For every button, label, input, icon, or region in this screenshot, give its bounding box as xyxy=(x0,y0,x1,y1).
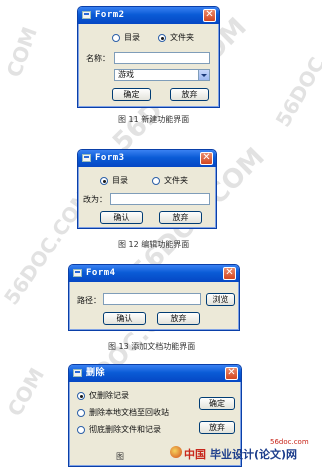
ok-button[interactable]: 确认 xyxy=(103,312,146,325)
form4-titlebar[interactable]: Form4 ✕ xyxy=(69,265,239,282)
radio-delete-to-recycle-bin[interactable] xyxy=(77,409,85,417)
radio-delete-permanently-label: 彻底删除文件和记录 xyxy=(89,425,161,434)
radio-folder[interactable] xyxy=(158,34,166,42)
rename-input[interactable] xyxy=(110,193,210,205)
category-select[interactable]: 游戏 xyxy=(114,69,210,81)
footer-url: 56doc.com xyxy=(270,438,309,446)
window-icon xyxy=(82,11,91,19)
radio-folder-label: 文件夹 xyxy=(170,33,194,42)
delete-dialog-title: 删除 xyxy=(86,368,106,378)
ok-button[interactable]: 确定 xyxy=(199,397,235,410)
form4-title: Form4 xyxy=(86,268,116,278)
form3-titlebar[interactable]: Form3 ✕ xyxy=(78,150,216,167)
footer-title: 毕业设计(论文)网 xyxy=(210,448,298,461)
figure-caption: 图 13 添加文档功能界面 xyxy=(108,342,196,351)
form2-title: Form2 xyxy=(95,10,125,20)
path-input[interactable] xyxy=(103,293,201,305)
watermark: COM xyxy=(2,363,50,421)
watermark: 56DOC xyxy=(270,53,322,131)
radio-directory[interactable] xyxy=(112,34,120,42)
chevron-down-icon[interactable] xyxy=(198,70,209,80)
radio-folder-label: 文件夹 xyxy=(164,176,188,185)
form2-titlebar[interactable]: Form2 ✕ xyxy=(78,7,219,24)
figure-caption: 图 12 编辑功能界面 xyxy=(118,240,190,249)
cancel-button[interactable]: 放弃 xyxy=(159,211,202,224)
figure-caption-partial: 图 xyxy=(116,452,124,461)
logo-mark-icon xyxy=(170,446,182,458)
form2-window: Form2 ✕ 目录 文件夹 名称： 游戏 确定 放弃 xyxy=(77,6,220,108)
watermark: COM xyxy=(1,23,42,81)
radio-directory-label: 目录 xyxy=(124,33,140,42)
form3-title: Form3 xyxy=(95,153,125,163)
figure-caption: 图 11 新建功能界面 xyxy=(118,115,190,124)
close-icon[interactable]: ✕ xyxy=(203,9,216,22)
radio-directory[interactable] xyxy=(100,177,108,185)
form4-window: Form4 ✕ 路径： 浏览 确认 放弃 xyxy=(68,264,240,331)
name-label: 名称： xyxy=(86,54,110,63)
radio-directory-label: 目录 xyxy=(112,176,128,185)
category-select-value: 游戏 xyxy=(118,70,134,79)
form3-window: Form3 ✕ 目录 文件夹 改为： 确认 放弃 xyxy=(77,149,217,229)
radio-delete-record-only-label: 仅删除记录 xyxy=(89,391,129,400)
path-label: 路径： xyxy=(77,296,101,305)
browse-button[interactable]: 浏览 xyxy=(206,293,235,306)
radio-delete-to-recycle-bin-label: 删除本地文档至回收站 xyxy=(89,408,169,417)
cancel-button[interactable]: 放弃 xyxy=(170,88,209,101)
site-logo: 中国 毕业设计(论文)网 56doc.com xyxy=(170,438,320,464)
window-icon xyxy=(73,369,82,377)
close-icon[interactable]: ✕ xyxy=(225,367,238,380)
delete-dialog-titlebar[interactable]: 删除 ✕ xyxy=(69,365,241,382)
radio-delete-record-only[interactable] xyxy=(77,392,85,400)
window-icon xyxy=(73,269,82,277)
rename-label: 改为： xyxy=(83,195,107,204)
window-icon xyxy=(82,154,91,162)
radio-delete-permanently[interactable] xyxy=(77,426,85,434)
cancel-button[interactable]: 放弃 xyxy=(157,312,200,325)
ok-button[interactable]: 确定 xyxy=(112,88,151,101)
close-icon[interactable]: ✕ xyxy=(223,267,236,280)
footer-brand: 中国 xyxy=(184,448,206,461)
cancel-button[interactable]: 放弃 xyxy=(199,421,235,434)
close-icon[interactable]: ✕ xyxy=(200,152,213,165)
name-input[interactable] xyxy=(114,52,210,64)
ok-button[interactable]: 确认 xyxy=(100,211,143,224)
radio-folder[interactable] xyxy=(152,177,160,185)
